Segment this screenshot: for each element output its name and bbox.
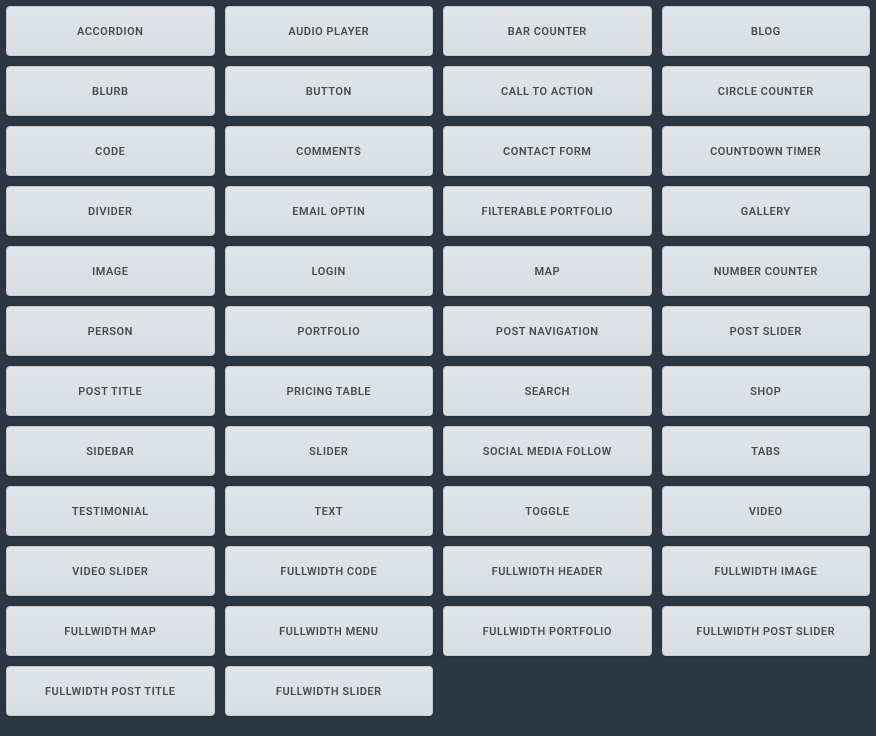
module-button-map[interactable]: MAP — [443, 246, 652, 296]
module-button-number-counter[interactable]: NUMBER COUNTER — [662, 246, 871, 296]
module-button-video[interactable]: VIDEO — [662, 486, 871, 536]
module-button-post-title[interactable]: POST TITLE — [6, 366, 215, 416]
module-button-shop[interactable]: SHOP — [662, 366, 871, 416]
module-button-video-slider[interactable]: VIDEO SLIDER — [6, 546, 215, 596]
module-button-call-to-action[interactable]: CALL TO ACTION — [443, 66, 652, 116]
module-button-email-optin[interactable]: EMAIL OPTIN — [225, 186, 434, 236]
module-button-circle-counter[interactable]: CIRCLE COUNTER — [662, 66, 871, 116]
module-button-countdown-timer[interactable]: COUNTDOWN TIMER — [662, 126, 871, 176]
module-button-slider[interactable]: SLIDER — [225, 426, 434, 476]
module-button-button[interactable]: BUTTON — [225, 66, 434, 116]
module-button-accordion[interactable]: ACCORDION — [6, 6, 215, 56]
module-button-toggle[interactable]: TOGGLE — [443, 486, 652, 536]
module-button-fullwidth-post-title[interactable]: FULLWIDTH POST TITLE — [6, 666, 215, 716]
module-button-fullwidth-header[interactable]: FULLWIDTH HEADER — [443, 546, 652, 596]
module-button-testimonial[interactable]: TESTIMONIAL — [6, 486, 215, 536]
module-button-code[interactable]: CODE — [6, 126, 215, 176]
module-button-pricing-table[interactable]: PRICING TABLE — [225, 366, 434, 416]
module-button-social-media-follow[interactable]: SOCIAL MEDIA FOLLOW — [443, 426, 652, 476]
module-button-fullwidth-slider[interactable]: FULLWIDTH SLIDER — [225, 666, 434, 716]
module-button-post-navigation[interactable]: POST NAVIGATION — [443, 306, 652, 356]
module-button-fullwidth-code[interactable]: FULLWIDTH CODE — [225, 546, 434, 596]
module-button-search[interactable]: SEARCH — [443, 366, 652, 416]
module-button-fullwidth-map[interactable]: FULLWIDTH MAP — [6, 606, 215, 656]
module-button-audio-player[interactable]: AUDIO PLAYER — [225, 6, 434, 56]
module-button-contact-form[interactable]: CONTACT FORM — [443, 126, 652, 176]
module-button-post-slider[interactable]: POST SLIDER — [662, 306, 871, 356]
module-button-portfolio[interactable]: PORTFOLIO — [225, 306, 434, 356]
module-button-fullwidth-portfolio[interactable]: FULLWIDTH PORTFOLIO — [443, 606, 652, 656]
module-button-fullwidth-image[interactable]: FULLWIDTH IMAGE — [662, 546, 871, 596]
module-button-blurb[interactable]: BLURB — [6, 66, 215, 116]
module-button-sidebar[interactable]: SIDEBAR — [6, 426, 215, 476]
module-button-bar-counter[interactable]: BAR COUNTER — [443, 6, 652, 56]
module-grid: ACCORDIONAUDIO PLAYERBAR COUNTERBLOG BLUR… — [6, 6, 870, 716]
module-button-tabs[interactable]: TABS — [662, 426, 871, 476]
module-button-image[interactable]: IMAGE — [6, 246, 215, 296]
module-button-comments[interactable]: COMMENTS — [225, 126, 434, 176]
module-button-person[interactable]: PERSON — [6, 306, 215, 356]
module-button-blog[interactable]: BLOG — [662, 6, 871, 56]
module-button-login[interactable]: LOGIN — [225, 246, 434, 296]
module-button-text[interactable]: TEXT — [225, 486, 434, 536]
module-button-fullwidth-post-slider[interactable]: FULLWIDTH POST SLIDER — [662, 606, 871, 656]
module-button-filterable-portfolio[interactable]: FILTERABLE PORTFOLIO — [443, 186, 652, 236]
module-button-divider[interactable]: DIVIDER — [6, 186, 215, 236]
module-button-fullwidth-menu[interactable]: FULLWIDTH MENU — [225, 606, 434, 656]
module-button-gallery[interactable]: GALLERY — [662, 186, 871, 236]
